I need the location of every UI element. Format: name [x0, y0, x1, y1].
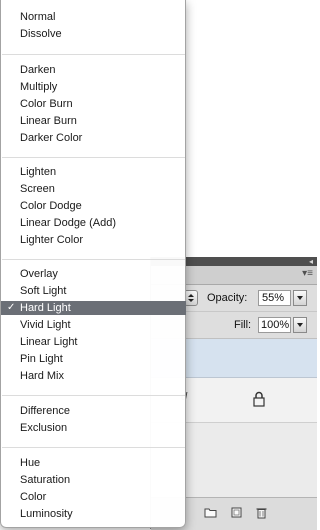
menu-separator — [2, 447, 185, 448]
menu-item-color-burn[interactable]: Color Burn — [1, 97, 186, 111]
menu-separator — [2, 54, 185, 55]
new-layer-icon[interactable] — [230, 506, 243, 519]
fill-input[interactable]: 100% — [258, 317, 291, 333]
menu-item-label: Hard Light — [20, 302, 71, 314]
menu-item-lighten[interactable]: Lighten — [1, 165, 186, 179]
menu-item-label: Screen — [20, 183, 55, 195]
menu-item-label: Pin Light — [20, 353, 63, 365]
menu-item-hard-light[interactable]: Hard Light ✓ — [1, 301, 186, 315]
menu-item-pin-light[interactable]: Pin Light — [1, 352, 186, 366]
menu-item-label: Luminosity — [20, 508, 73, 520]
menu-item-linear-dodge-add[interactable]: Linear Dodge (Add) — [1, 216, 186, 230]
opacity-label: Opacity: — [207, 292, 248, 304]
menu-item-label: Vivid Light — [20, 319, 71, 331]
menu-item-difference[interactable]: Difference — [1, 404, 186, 418]
menu-item-vivid-light[interactable]: Vivid Light — [1, 318, 186, 332]
menu-item-label: Saturation — [20, 474, 71, 486]
menu-item-label: Normal — [20, 11, 56, 23]
menu-item-label: Linear Dodge (Add) — [20, 217, 117, 229]
menu-item-soft-light[interactable]: Soft Light — [1, 284, 186, 298]
trash-icon[interactable] — [255, 506, 268, 519]
menu-separator — [2, 395, 185, 396]
opacity-dropdown-button[interactable] — [293, 290, 307, 306]
menu-item-multiply[interactable]: Multiply — [1, 80, 186, 94]
menu-item-normal[interactable]: Normal — [1, 10, 186, 24]
menu-item-lighter-color[interactable]: Lighter Color — [1, 233, 186, 247]
fill-dropdown-button[interactable] — [293, 317, 307, 333]
opacity-input[interactable]: 55% — [258, 290, 291, 306]
menu-separator — [2, 157, 185, 158]
menu-item-screen[interactable]: Screen — [1, 182, 186, 196]
checkmark-icon: ✓ — [7, 302, 16, 313]
menu-item-label: Hard Mix — [20, 370, 65, 382]
menu-item-label: Lighten — [20, 166, 57, 178]
menu-item-hue[interactable]: Hue — [1, 456, 186, 470]
blend-mode-stepper[interactable] — [184, 290, 198, 306]
menu-item-label: Color Burn — [20, 98, 73, 110]
menu-item-label: Dissolve — [20, 28, 62, 40]
menu-item-linear-light[interactable]: Linear Light — [1, 335, 186, 349]
menu-item-label: Linear Light — [20, 336, 78, 348]
menu-item-label: Color — [20, 491, 47, 503]
menu-item-darken[interactable]: Darken — [1, 63, 186, 77]
fill-label: Fill: — [234, 319, 252, 331]
menu-item-label: Lighter Color — [20, 234, 83, 246]
menu-item-exclusion[interactable]: Exclusion — [1, 421, 186, 435]
menu-item-color-dodge[interactable]: Color Dodge — [1, 199, 186, 213]
menu-item-label: Hue — [20, 457, 41, 469]
new-group-icon[interactable] — [204, 506, 217, 519]
menu-item-luminosity[interactable]: Luminosity — [1, 507, 186, 521]
menu-item-darker-color[interactable]: Darker Color — [1, 131, 186, 145]
menu-item-label: Color Dodge — [20, 200, 82, 212]
blend-mode-menu: Normal Dissolve Darken Multiply Color Burn Li… — [0, 0, 186, 528]
menu-item-label: Overlay — [20, 268, 58, 280]
menu-item-linear-burn[interactable]: Linear Burn — [1, 114, 186, 128]
menu-item-saturation[interactable]: Saturation — [1, 473, 186, 487]
lock-icon — [253, 391, 265, 407]
menu-item-label: Darken — [20, 64, 56, 76]
menu-item-hard-mix[interactable]: Hard Mix — [1, 369, 186, 383]
menu-item-label: Darker Color — [20, 132, 83, 144]
menu-item-label: Difference — [20, 405, 70, 417]
menu-item-label: Exclusion — [20, 422, 68, 434]
collapse-icon[interactable]: ◂ — [309, 257, 313, 266]
menu-item-color[interactable]: Color — [1, 490, 186, 504]
menu-item-overlay[interactable]: Overlay — [1, 267, 186, 281]
menu-item-dissolve[interactable]: Dissolve — [1, 27, 186, 41]
menu-item-label: Soft Light — [20, 285, 67, 297]
menu-separator — [2, 259, 185, 260]
panel-menu-icon[interactable]: ▾≡ — [302, 269, 313, 279]
menu-item-label: Linear Burn — [20, 115, 77, 127]
menu-item-label: Multiply — [20, 81, 58, 93]
